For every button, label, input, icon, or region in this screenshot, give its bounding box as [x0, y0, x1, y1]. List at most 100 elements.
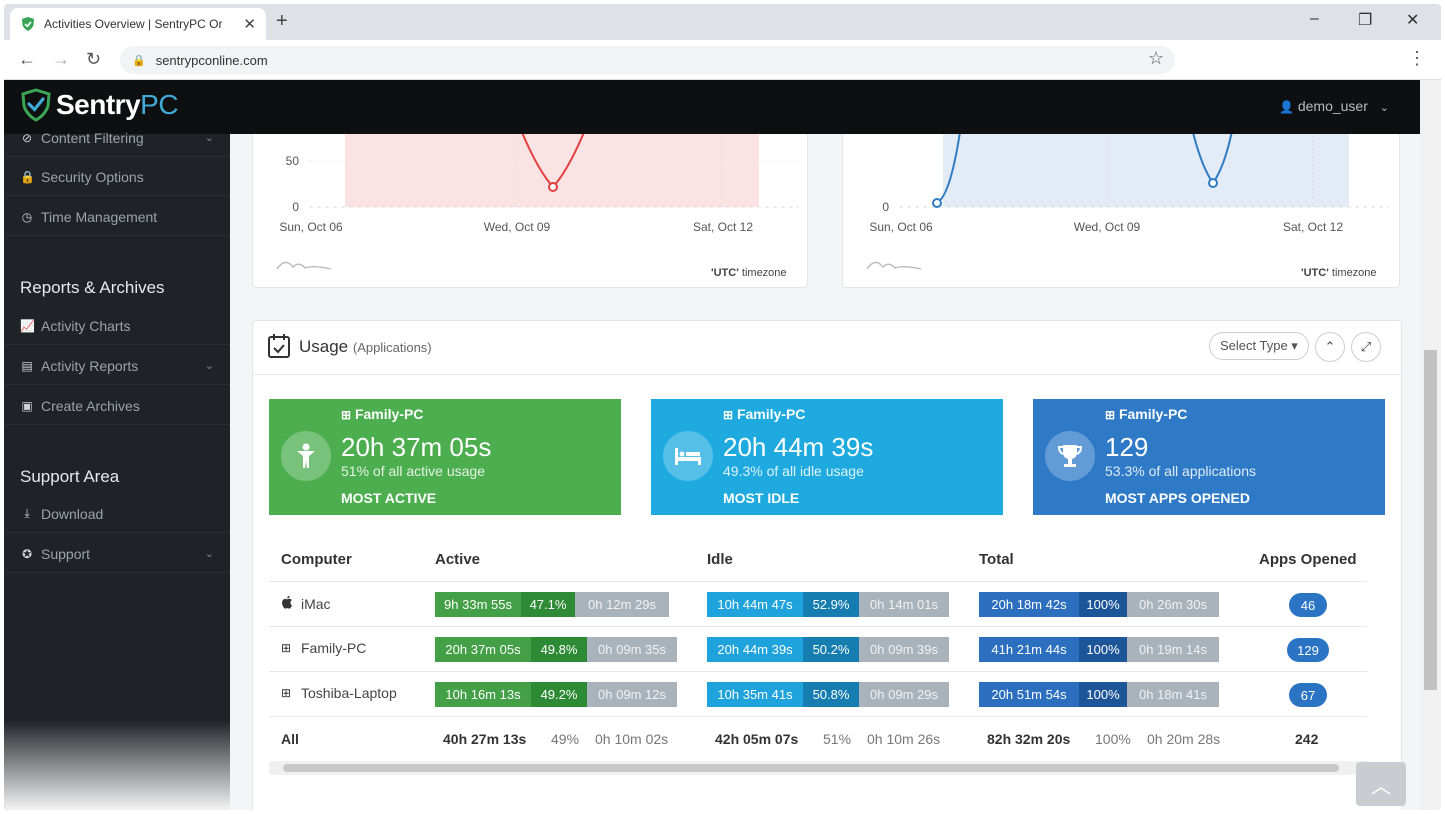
sidebar-item-label: Activity Reports [41, 357, 139, 374]
reload-icon[interactable]: ↻ [86, 49, 101, 70]
sidebar-item-create-archives[interactable]: ▣ Create Archives [4, 387, 230, 425]
windows-icon: ⊞ [723, 408, 734, 422]
sidebar-item-label: Content Filtering [41, 129, 144, 146]
column-header-computer[interactable]: Computer [281, 551, 352, 568]
apps-opened-badge: 129 [1287, 638, 1329, 662]
line-chart-icon: 📈 [20, 318, 35, 333]
archive-icon: ▣ [21, 398, 33, 413]
totals-label: All [281, 731, 299, 747]
panel-title: Usage (Applications) [299, 337, 432, 356]
data-point[interactable] [932, 198, 942, 208]
vertical-scrollbar[interactable] [1420, 80, 1441, 810]
horizontal-scrollbar[interactable] [269, 761, 1369, 775]
y-tick-label: 0 [292, 200, 299, 214]
user-menu[interactable]: 👤 demo_user ⌄ [1279, 98, 1389, 114]
computer-name: iMac [281, 595, 331, 612]
windows-icon: ⊞ [281, 686, 292, 700]
browser-window: Activities Overview | SentryPC Or ✕ + – … [4, 4, 1441, 810]
total-active-pct: 49% [551, 731, 580, 747]
column-header-apps-opened[interactable]: Apps Opened [1259, 551, 1357, 568]
total-bar: 41h 21m 44s 100% 0h 19m 14s [979, 637, 1219, 662]
chevron-down-icon: ⌄ [204, 132, 214, 144]
scrollbar-thumb[interactable] [1424, 350, 1437, 690]
scroll-to-top-button[interactable]: ︿ [1356, 762, 1406, 806]
total-bar: 20h 18m 42s 100% 0h 26m 30s [979, 592, 1219, 617]
tab-bar: Activities Overview | SentryPC Or ✕ + – … [4, 4, 1441, 40]
data-point[interactable] [548, 182, 558, 192]
support-icon: ✪ [21, 546, 33, 561]
stat-card-most-idle: ⊞ Family-PC 20h 44m 39s 49.3% of all idl… [651, 399, 1003, 515]
back-icon[interactable]: ← [18, 49, 36, 70]
logo-sentry: Sentry [56, 89, 141, 120]
browser-tab[interactable]: Activities Overview | SentryPC Or ✕ [10, 8, 266, 40]
url-input[interactable]: 🔒 sentrypconline.com [120, 46, 1175, 74]
bed-icon [663, 431, 713, 481]
sidebar-item-activity-reports[interactable]: ▤ Activity Reports ⌄ [4, 347, 230, 385]
section-heading-reports: Reports & Archives [20, 278, 165, 297]
active-bar: 9h 33m 55s 47.1% 0h 12m 29s [435, 592, 669, 617]
user-icon: 👤 [1279, 100, 1294, 114]
minimize-icon[interactable]: – [1310, 10, 1319, 28]
sidebar-item-download[interactable]: ⤓ Download [4, 495, 230, 533]
x-tick-label: Sat, Oct 12 [1283, 220, 1343, 234]
sidebar-item-label: Activity Charts [41, 317, 131, 334]
stat-label: MOST ACTIVE [341, 490, 437, 506]
sidebar: ⊘ Content Filtering ⌄ 🔒 Security Options… [4, 130, 230, 810]
table-row: ⊞ Toshiba-Laptop 10h 16m 13s 49.2% 0h 09m 1… [269, 671, 1367, 716]
stat-computer: ⊞ Family-PC [723, 406, 806, 422]
person-icon [281, 431, 331, 481]
total-bar: 20h 51m 54s 100% 0h 18m 41s [979, 682, 1219, 707]
forward-icon[interactable]: → [52, 49, 70, 70]
data-point[interactable] [1208, 178, 1218, 188]
chevron-down-icon: ⌄ [204, 360, 214, 372]
scrollbar-thumb[interactable] [283, 764, 1339, 772]
stat-value: 20h 44m 39s [723, 432, 874, 462]
section-heading-support: Support Area [20, 467, 120, 486]
computer-name: ⊞ Toshiba-Laptop [281, 685, 397, 701]
total-total-pct: 100% [1095, 731, 1131, 747]
active-bar: 20h 37m 05s 49.8% 0h 09m 35s [435, 637, 677, 662]
sidebar-item-activity-charts[interactable]: 📈 Activity Charts [4, 307, 230, 345]
username: demo_user [1297, 98, 1368, 114]
window-close-icon[interactable]: ✕ [1406, 10, 1419, 30]
bookmark-star-icon[interactable]: ☆ [1148, 48, 1164, 69]
x-tick-label: Sun, Oct 06 [869, 220, 933, 234]
trophy-icon [1045, 431, 1095, 481]
chart-card-right: 100 0 Sun, Oct 06 Wed, Oct 09 Sat, Oct 1… [842, 134, 1400, 288]
browser-menu-icon[interactable]: ⋮ [1408, 48, 1426, 69]
tab-close-icon[interactable]: ✕ [243, 15, 256, 33]
sidebar-item-security-options[interactable]: 🔒 Security Options [4, 158, 230, 196]
navigator-sparkline-icon[interactable] [866, 261, 922, 270]
shield-favicon-icon [22, 17, 34, 31]
computer-name: ⊞ Family-PC [281, 640, 367, 656]
select-type-dropdown[interactable]: Select Type ▾ [1209, 332, 1309, 360]
column-header-idle[interactable]: Idle [707, 551, 733, 568]
windows-icon: ⊞ [281, 641, 292, 655]
main-content: 50 0 Sun, Oct 06 Wed, Oct 09 Sat, Oct 12… [230, 134, 1420, 810]
column-header-active[interactable]: Active [435, 551, 480, 568]
chevron-down-icon: ⌄ [1379, 102, 1389, 114]
active-bar: 10h 16m 13s 49.2% 0h 09m 12s [435, 682, 677, 707]
navigator-sparkline-icon[interactable] [276, 261, 332, 270]
apple-icon [281, 595, 295, 612]
total-active: 40h 27m 13s [443, 731, 527, 747]
tab-title: Activities Overview | SentryPC Or [44, 17, 223, 31]
sidebar-item-time-management[interactable]: ◷ Time Management [4, 198, 230, 236]
restore-icon[interactable]: ❐ [1358, 10, 1372, 30]
expand-button[interactable]: ⤢ [1351, 332, 1381, 362]
sidebar-item-label: Download [41, 505, 104, 522]
sidebar-item-support[interactable]: ✪ Support ⌄ [4, 535, 230, 573]
y-tick-label: 0 [882, 200, 889, 214]
x-tick-label: Wed, Oct 09 [484, 220, 551, 234]
stat-subtext: 49.3% of all idle usage [723, 463, 864, 479]
x-tick-label: Wed, Oct 09 [1074, 220, 1141, 234]
column-header-total[interactable]: Total [979, 551, 1014, 568]
collapse-button[interactable]: ⌃ [1315, 332, 1345, 362]
x-tick-label: Sun, Oct 06 [279, 220, 343, 234]
stat-computer: ⊞ Family-PC [1105, 406, 1188, 422]
sentrypc-logo[interactable]: SentryPC [20, 88, 179, 122]
apps-opened-badge: 67 [1289, 683, 1327, 707]
new-tab-icon[interactable]: + [276, 10, 288, 33]
url-text: sentrypconline.com [155, 52, 268, 68]
sidebar-item-content-filtering[interactable]: ⊘ Content Filtering ⌄ [4, 119, 230, 157]
